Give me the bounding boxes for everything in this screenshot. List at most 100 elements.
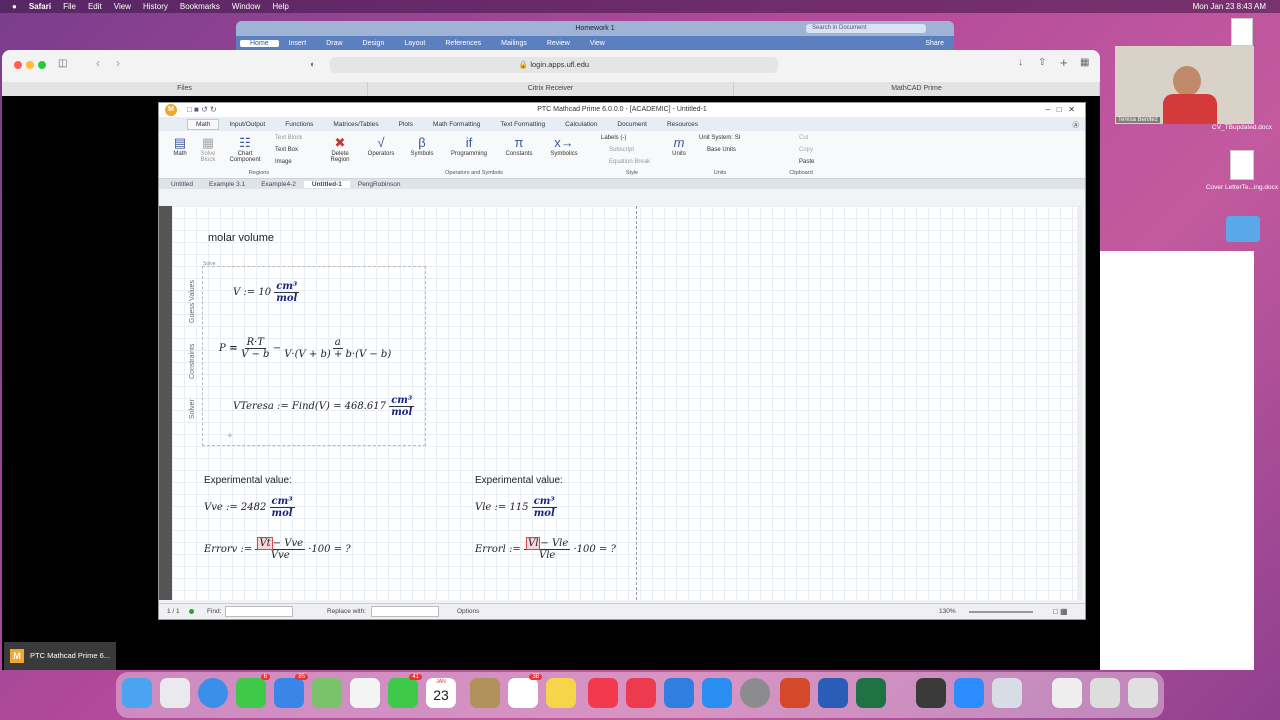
- safari-tab-files[interactable]: Files: [2, 82, 368, 96]
- errorv-region[interactable]: Errorv := Vt − Vve Vve ·100 = ?: [204, 537, 351, 561]
- units-button[interactable]: m Units: [667, 135, 691, 157]
- vle-region[interactable]: Vle := 115 cm³ mol: [475, 496, 557, 519]
- messages-icon[interactable]: 6: [236, 674, 270, 708]
- desktop-file-1[interactable]: [1212, 18, 1272, 48]
- recent-stack-icon[interactable]: [1090, 678, 1120, 708]
- word-tab-layout[interactable]: Layout: [394, 40, 435, 47]
- window-controls[interactable]: – □ ✕: [1046, 103, 1075, 117]
- mathcad-logo-icon[interactable]: M: [165, 104, 177, 116]
- safari-icon[interactable]: [198, 678, 228, 708]
- download-icon[interactable]: ↓: [1018, 57, 1023, 68]
- trash-icon[interactable]: [1128, 678, 1158, 708]
- unit-system-dropdown[interactable]: Unit System: SI: [699, 135, 740, 141]
- menu-history[interactable]: History: [143, 2, 168, 11]
- equation-break-button[interactable]: Equation Break: [609, 159, 650, 165]
- word-tab-draw[interactable]: Draw: [316, 40, 352, 47]
- keynote-icon[interactable]: [664, 678, 694, 708]
- vve-region[interactable]: Vve := 2482 cm³ mol: [204, 496, 295, 519]
- ribbon-tab-matrices[interactable]: Matrices/Tables: [323, 121, 388, 128]
- image-button[interactable]: Image: [275, 159, 292, 165]
- chart-component-button[interactable]: ☷ Chart Component: [225, 135, 265, 163]
- preview-icon[interactable]: [992, 678, 1022, 708]
- menu-edit[interactable]: Edit: [88, 2, 102, 11]
- math-region-button[interactable]: ▤ Math: [167, 135, 193, 157]
- word-icon[interactable]: [818, 678, 848, 708]
- tab-overview-icon[interactable]: ▦: [1080, 57, 1089, 68]
- constants-button[interactable]: π Constants: [501, 135, 537, 157]
- notes-icon[interactable]: [546, 678, 576, 708]
- ribbon-tab-document[interactable]: Document: [607, 121, 657, 128]
- ribbon-tab-plots[interactable]: Plots: [389, 121, 423, 128]
- forward-icon[interactable]: ›: [116, 56, 120, 70]
- folder-icon[interactable]: [1226, 216, 1260, 242]
- base-units-button[interactable]: Base Units: [707, 147, 736, 153]
- quick-access-icons[interactable]: □ ■ ↺ ↻: [187, 103, 217, 117]
- doc-tab-untitled[interactable]: Untitled: [163, 181, 201, 188]
- desktop-file-cv[interactable]: CV_TBupdated.docx: [1205, 124, 1279, 131]
- placeholder-vl[interactable]: Vl: [525, 537, 541, 550]
- word-tab-mailings[interactable]: Mailings: [491, 40, 537, 47]
- minimize-window-button[interactable]: [26, 61, 34, 69]
- word-share-button[interactable]: Share: [915, 40, 954, 47]
- programming-button[interactable]: if Programming: [447, 135, 491, 157]
- menu-help[interactable]: Help: [272, 2, 288, 11]
- ribbon-tab-functions[interactable]: Functions: [275, 121, 323, 128]
- safari-tab-mathcad[interactable]: MathCAD Prime: [734, 82, 1100, 96]
- launchpad-icon[interactable]: [160, 678, 190, 708]
- zoom-level[interactable]: 130%: [939, 608, 956, 615]
- privacy-shield-icon[interactable]: ◐: [310, 59, 315, 69]
- system-settings-icon[interactable]: [740, 678, 770, 708]
- options-button[interactable]: Options: [457, 608, 479, 615]
- share-icon[interactable]: ⇧: [1038, 57, 1046, 68]
- reminders-icon[interactable]: 38: [508, 674, 542, 708]
- menu-app-name[interactable]: Safari: [29, 2, 51, 11]
- ribbon-tab-input-output[interactable]: Input/Output: [219, 121, 275, 128]
- paste-button[interactable]: Paste: [799, 159, 814, 165]
- labels-dropdown[interactable]: Labels (-): [601, 135, 626, 141]
- citrix-icon[interactable]: [916, 678, 946, 708]
- contacts-icon[interactable]: [470, 678, 500, 708]
- worksheet-canvas[interactable]: molar volume Solve Guess Values Constrai…: [172, 206, 1084, 600]
- doc-tab-example-3-1[interactable]: Example 3.1: [201, 181, 253, 188]
- find-input[interactable]: [225, 606, 293, 617]
- back-icon[interactable]: ‹: [96, 56, 100, 70]
- constraint-region[interactable]: P = R·T V − b − a V·(V + b) + b·(V − b): [219, 337, 391, 360]
- word-tab-design[interactable]: Design: [353, 40, 395, 47]
- ribbon-tab-math[interactable]: Math: [187, 118, 220, 130]
- doc-tab-example4-2[interactable]: Example4-2: [253, 181, 304, 188]
- sidebar-toggle-icon[interactable]: ◫: [58, 58, 67, 69]
- downloads-stack-icon[interactable]: [1052, 678, 1082, 708]
- guess-value-region[interactable]: V := 10 cm³ mol: [233, 281, 300, 304]
- excel-icon[interactable]: [856, 678, 886, 708]
- delete-region-button[interactable]: ✖ Delete Region: [323, 135, 357, 163]
- solve-block-button[interactable]: ▦ Solve Block: [195, 135, 221, 163]
- ribbon-tab-math-formatting[interactable]: Math Formatting: [423, 121, 490, 128]
- news-icon[interactable]: [626, 678, 656, 708]
- solver-region[interactable]: VTeresa := Find(V) = 468.617 cm³ mol: [233, 395, 415, 418]
- zoom-slider[interactable]: [969, 611, 1033, 613]
- photos-icon[interactable]: [350, 678, 380, 708]
- operators-button[interactable]: √ Operators: [363, 135, 399, 157]
- ribbon-tab-resources[interactable]: Resources: [657, 121, 708, 128]
- word-tab-view[interactable]: View: [580, 40, 615, 47]
- music-icon[interactable]: [588, 678, 618, 708]
- experimental-value-left[interactable]: Experimental value:: [204, 475, 292, 486]
- vertical-scrollbar[interactable]: [1077, 206, 1083, 600]
- powerpoint-icon[interactable]: [780, 678, 810, 708]
- doc-tab-pengrobinson[interactable]: PengRobinson: [350, 181, 409, 188]
- word-search-input[interactable]: Search in Document: [806, 24, 926, 33]
- safari-tab-citrix[interactable]: Citrix Receiver: [368, 82, 734, 96]
- doc-tab-untitled-1[interactable]: Untitled-1: [303, 180, 350, 188]
- menu-bookmarks[interactable]: Bookmarks: [180, 2, 220, 11]
- new-tab-icon[interactable]: +: [1060, 55, 1068, 70]
- finder-icon[interactable]: [122, 678, 152, 708]
- text-box-button[interactable]: Text Box: [275, 147, 298, 153]
- text-block-button[interactable]: Text Block: [275, 135, 302, 141]
- menu-view[interactable]: View: [114, 2, 131, 11]
- help-icon[interactable]: Ⓐ: [1063, 119, 1086, 129]
- close-window-button[interactable]: [14, 61, 22, 69]
- facetime-icon[interactable]: 41: [388, 674, 422, 708]
- word-tab-insert[interactable]: Insert: [279, 40, 317, 47]
- calendar-icon[interactable]: JAN 23: [426, 678, 456, 708]
- zoom-icon[interactable]: [954, 678, 984, 708]
